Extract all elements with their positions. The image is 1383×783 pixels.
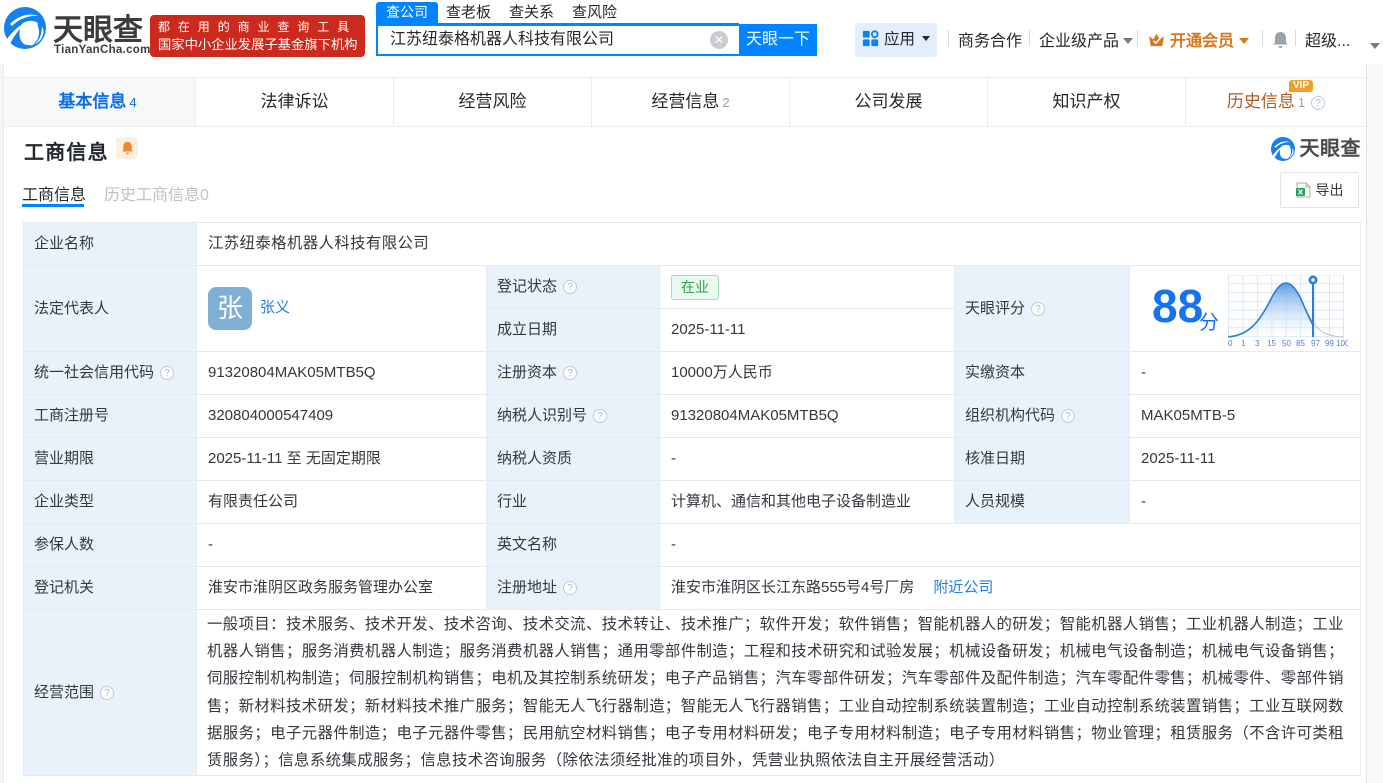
svg-text:1: 1: [1241, 339, 1246, 347]
svg-text:3: 3: [1255, 339, 1260, 347]
svg-text:50: 50: [1282, 339, 1291, 347]
svg-text:85: 85: [1296, 339, 1305, 347]
svg-text:100: 100: [1336, 339, 1348, 347]
svg-text:15: 15: [1267, 339, 1276, 347]
svg-text:0: 0: [1228, 339, 1233, 347]
svg-text:99: 99: [1325, 339, 1334, 347]
svg-text:97: 97: [1311, 339, 1320, 347]
